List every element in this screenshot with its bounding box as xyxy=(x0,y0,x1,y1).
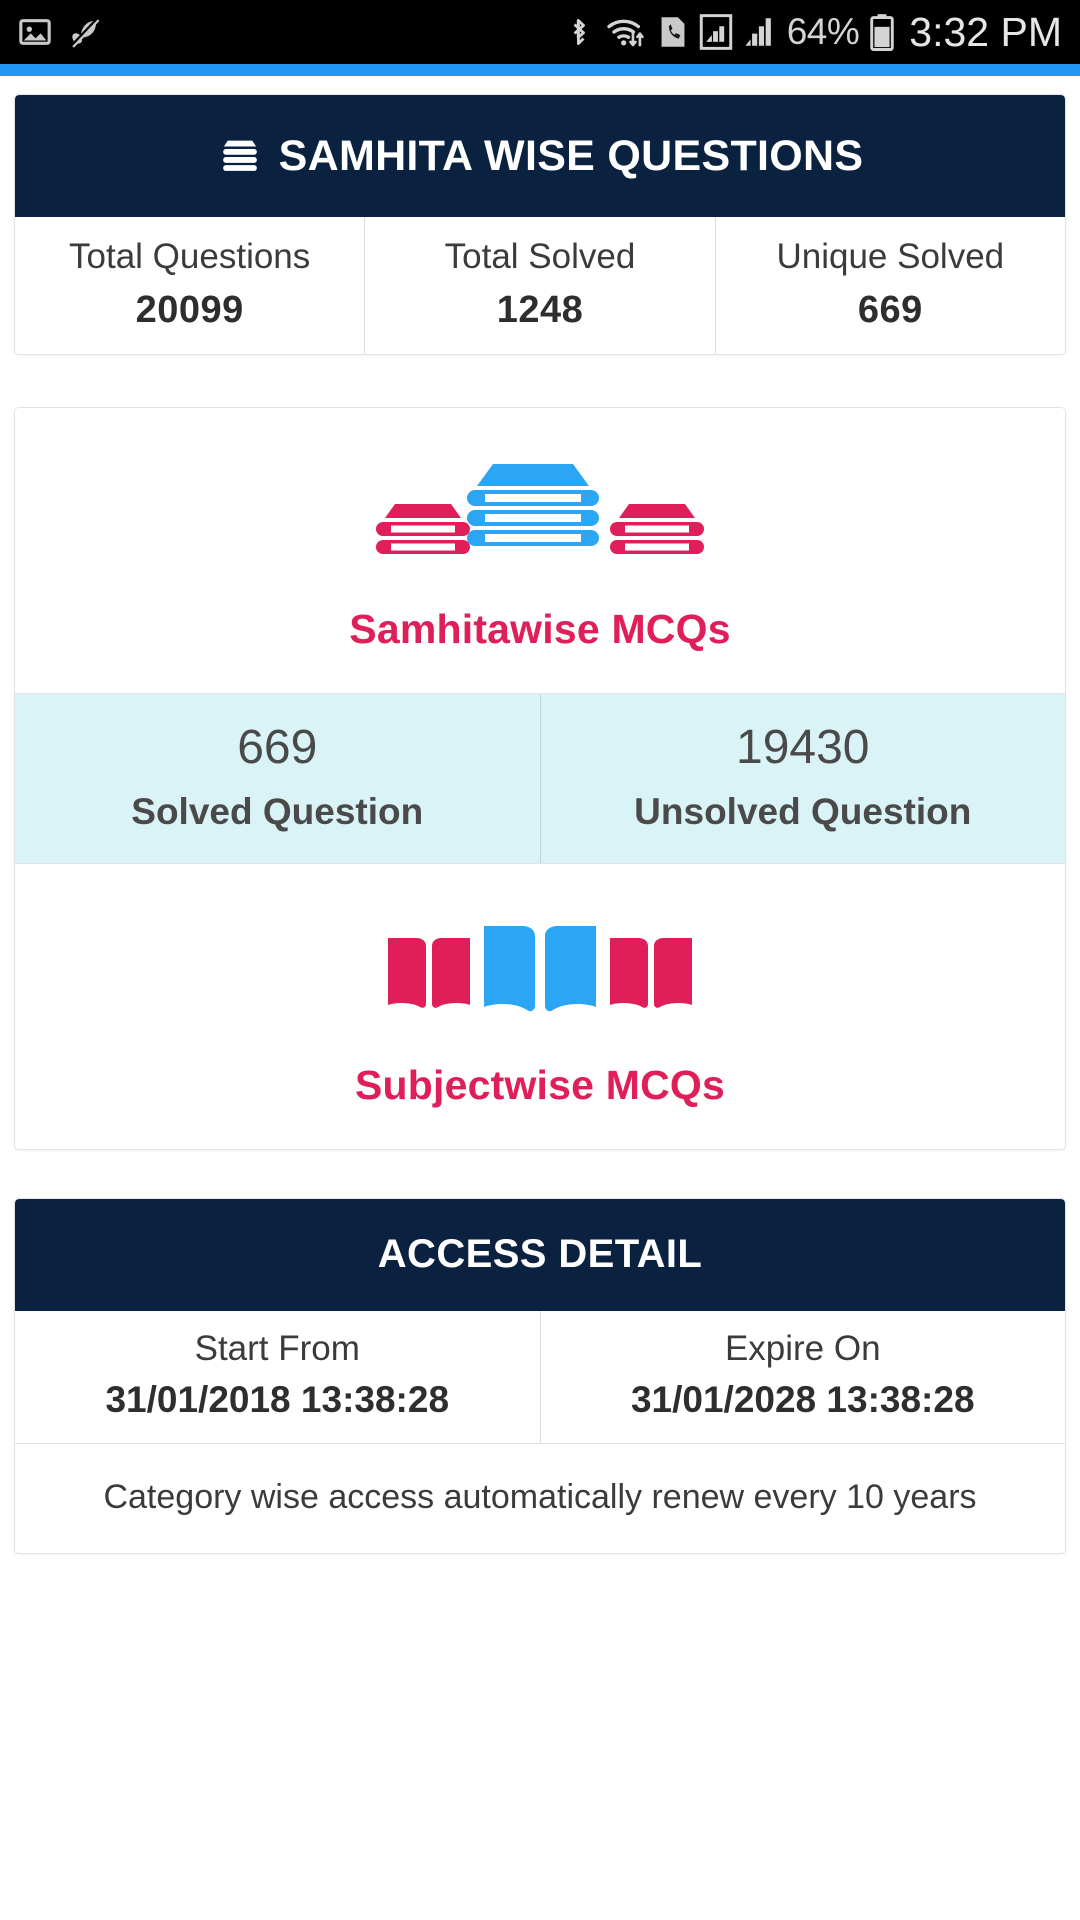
access-detail-card: ACCESS DETAIL Start From 31/01/2018 13:3… xyxy=(14,1197,1066,1554)
start-from-cell: Start From 31/01/2018 13:38:28 xyxy=(15,1310,541,1443)
clock-label: 3:32 PM xyxy=(909,8,1062,55)
expire-on-cell: Expire On 31/01/2028 13:38:28 xyxy=(541,1311,1066,1443)
access-dates-row: Start From 31/01/2018 13:38:28 Expire On… xyxy=(15,1310,1066,1444)
samhitawise-mcqs-label: Samhitawise MCQs xyxy=(349,605,731,652)
unsolved-question-label: Unsolved Question xyxy=(634,790,972,832)
page-title-bar: SAMHITA WISE QUESTIONS xyxy=(15,95,1065,217)
access-detail-header: ACCESS DETAIL xyxy=(15,1198,1065,1311)
bluetooth-icon xyxy=(573,19,585,45)
image-icon xyxy=(19,19,51,45)
stacked-books-icon xyxy=(376,463,704,554)
expire-on-label: Expire On xyxy=(724,1328,881,1368)
wifi-icon xyxy=(607,19,644,47)
page-content: SAMHITA WISE QUESTIONS Total Questions 2… xyxy=(0,76,1080,1554)
samhita-wise-questions-card: SAMHITA WISE QUESTIONS Total Questions 2… xyxy=(14,94,1066,355)
stat-total-solved: Total Solved 1248 xyxy=(365,217,716,354)
open-books-icon xyxy=(388,925,692,1011)
samhitawise-icon-wrap xyxy=(15,454,1065,574)
unsolved-question-count: 19430 xyxy=(736,720,870,774)
status-bar: 64% 3:32 PM xyxy=(0,0,1080,64)
solved-question-label: Solved Question xyxy=(131,790,424,832)
expire-on-value: 31/01/2028 13:38:28 xyxy=(630,1378,975,1420)
start-from-label: Start From xyxy=(194,1328,360,1368)
books-stack-icon xyxy=(222,140,257,171)
solved-question-count: 669 xyxy=(237,720,318,774)
subjectwise-mcqs-button[interactable]: Subjectwise MCQs xyxy=(15,863,1065,1149)
subjectwise-icon-wrap xyxy=(15,910,1065,1030)
samhitawise-mcqs-button[interactable]: Samhitawise MCQs xyxy=(15,407,1065,693)
sim-call-icon xyxy=(661,17,685,47)
stat-total-questions: Total Questions 20099 xyxy=(15,217,366,354)
signal-boxed-icon xyxy=(699,14,732,50)
solved-question-cell[interactable]: 669 Solved Question xyxy=(15,693,541,863)
status-bar-right-icons: 64% 3:32 PM xyxy=(564,9,1062,56)
accent-bar xyxy=(0,64,1080,76)
subjectwise-mcqs-label: Subjectwise MCQs xyxy=(354,1061,726,1108)
leaf-muted-icon xyxy=(70,17,100,48)
stat-label: Total Solved xyxy=(444,237,636,276)
signal-bars-icon xyxy=(745,18,771,46)
stat-label: Total Questions xyxy=(69,237,311,276)
stat-value: 669 xyxy=(857,288,923,331)
renew-note: Category wise access automatically renew… xyxy=(15,1443,1065,1553)
stat-value: 20099 xyxy=(135,288,244,331)
battery-percent-label: 64% xyxy=(786,11,860,52)
stats-row: Total Questions 20099 Total Solved 1248 … xyxy=(15,217,1065,354)
solve-summary-row: 669 Solved Question 19430 Unsolved Quest… xyxy=(15,692,1066,864)
stat-value: 1248 xyxy=(496,288,584,331)
stat-unique-solved: Unique Solved 669 xyxy=(716,217,1065,354)
stat-label: Unique Solved xyxy=(776,237,1005,276)
unsolved-question-cell[interactable]: 19430 Unsolved Question xyxy=(541,694,1066,863)
access-detail-title: ACCESS DETAIL xyxy=(377,1232,703,1277)
start-from-value: 31/01/2018 13:38:28 xyxy=(105,1378,450,1420)
page-title: SAMHITA WISE QUESTIONS xyxy=(278,131,864,180)
battery-icon xyxy=(870,14,895,51)
mcq-card: Samhitawise MCQs 669 Solved Question 194… xyxy=(14,406,1066,1150)
status-bar-left-icons xyxy=(18,15,102,49)
